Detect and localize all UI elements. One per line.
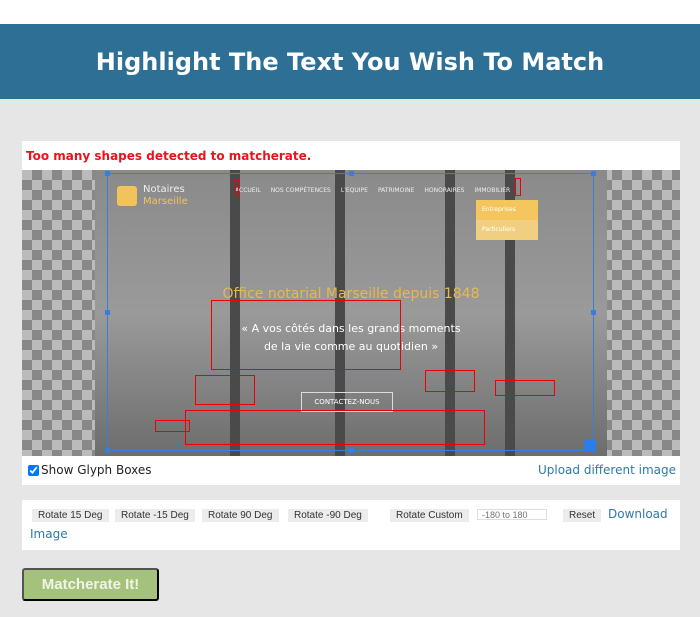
rotate-minus-15-button[interactable]: Rotate -15 Deg [115,509,195,522]
download-image-link-continued[interactable]: Image [30,527,68,541]
rotate-toolbar: Rotate 15 Deg Rotate -15 Deg Rotate 90 D… [22,500,680,550]
rotate-custom-button[interactable]: Rotate Custom [390,509,469,522]
glyph-checkbox[interactable] [28,464,39,476]
rotate-custom-input[interactable] [477,509,547,520]
matcherate-button[interactable]: Matcherate It! [22,568,159,601]
error-message: Too many shapes detected to matcherate. [26,149,312,163]
editor-panel: Too many shapes detected to matcherate. … [22,141,680,485]
rotate-15-button[interactable]: Rotate 15 Deg [32,509,109,522]
image-canvas[interactable]: Notaires Marseille ACCUEIL NOS COMPÉTENCE… [22,170,680,456]
selection-box[interactable] [105,171,596,453]
uploaded-image: Notaires Marseille ACCUEIL NOS COMPÉTENCE… [95,170,607,456]
page-header: Highlight The Text You Wish To Match [0,24,700,99]
rotate-90-button[interactable]: Rotate 90 Deg [202,509,279,522]
download-image-link[interactable]: Download [608,507,668,521]
resize-handle[interactable] [584,440,596,452]
page-title: Highlight The Text You Wish To Match [95,47,605,76]
rotate-minus-90-button[interactable]: Rotate -90 Deg [288,509,368,522]
reset-button[interactable]: Reset [563,509,602,522]
show-glyph-boxes[interactable]: Show Glyph Boxes [28,463,152,477]
upload-different-image-link[interactable]: Upload different image [538,463,676,477]
top-bar [0,0,700,24]
